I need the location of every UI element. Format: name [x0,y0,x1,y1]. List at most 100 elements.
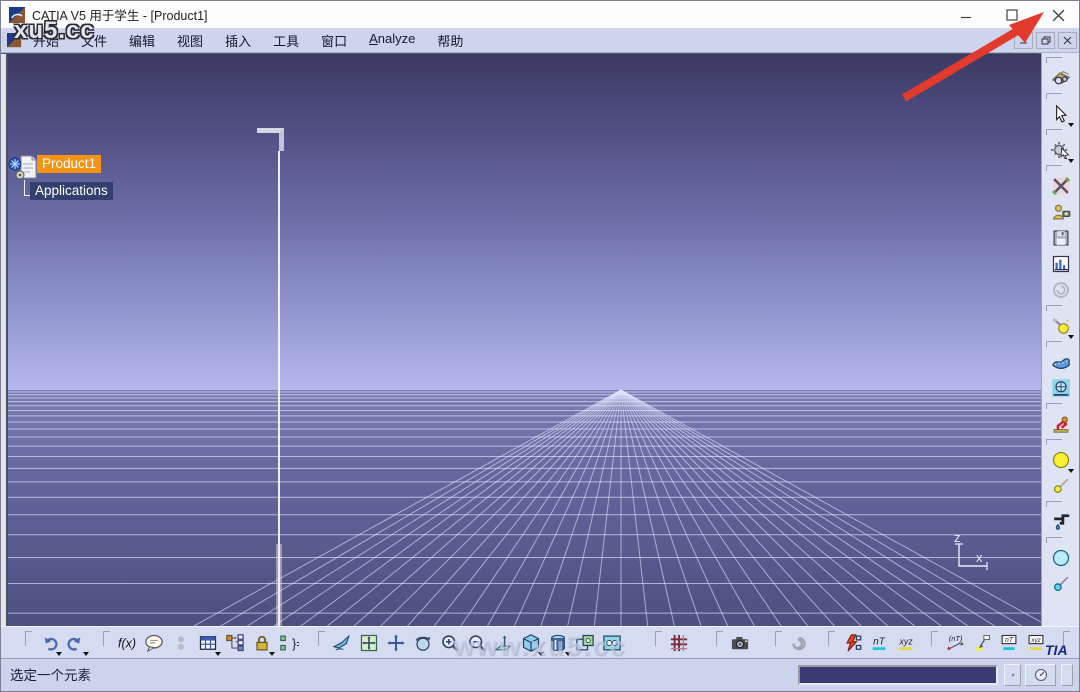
sphere-yellow-icon [1051,450,1071,470]
toolbar-grip[interactable] [103,631,110,646]
surface-analysis-button[interactable] [1047,349,1074,375]
toolbar-grip[interactable] [716,631,723,646]
design-table-button[interactable] [194,630,221,656]
menu-item-analyze[interactable]: Analyze [358,28,426,53]
point-cyan-button[interactable] [1047,571,1074,597]
mdi-close-button[interactable] [1058,32,1077,49]
measure-xyz-button[interactable]: xyz [892,630,919,656]
fly-mode-button[interactable] [328,630,355,656]
workbench-product-structure-button[interactable] [1047,65,1074,91]
measure-thickness-icon: nT [869,633,889,653]
toolbar-grip[interactable] [318,631,325,646]
toolbar-grip[interactable] [25,631,32,646]
mdi-minimize-button[interactable] [1014,32,1033,49]
toolbar-grip[interactable] [1046,439,1062,445]
svg-text:nT: nT [873,636,886,647]
light-source-button[interactable] [1047,313,1074,339]
menu-item-edit[interactable]: 编辑 [118,28,166,53]
point-yellow-icon [1051,476,1071,496]
toolbar-grip[interactable] [1046,403,1062,409]
menu-item-view[interactable]: 视图 [166,28,214,53]
tree-node-applications[interactable]: Applications [30,182,113,200]
measure-thickness-button[interactable]: nT [865,630,892,656]
tree-node-product1[interactable]: Product1 [37,155,101,173]
close-button[interactable] [1035,1,1080,29]
measure-xyz-icon: xyz [896,633,916,653]
measure-between-icon: (nT) [945,633,965,653]
grid-icon [669,633,689,653]
mdi-restore-button[interactable] [1036,32,1055,49]
sphere-yellow-button[interactable] [1047,447,1074,473]
dmu-tools-button[interactable] [1047,173,1074,199]
update-button[interactable] [838,630,865,656]
product-node-icon[interactable] [7,152,39,182]
toolbar-grip[interactable] [1046,129,1062,135]
dropdown-arrow-icon[interactable] [1068,159,1074,163]
menu-item-help[interactable]: 帮助 [426,28,474,53]
toolbar-grip[interactable] [1046,341,1062,347]
simulation-robot-button[interactable] [1047,411,1074,437]
camera-capture-button[interactable] [726,630,753,656]
collaborate-disabled-button[interactable] [785,630,812,656]
circle-cyan-button[interactable] [1047,545,1074,571]
measure-between-alt-button[interactable]: (nT) [1073,630,1080,656]
knowledge-diagram-button[interactable] [221,630,248,656]
lock-button[interactable] [248,630,275,656]
clash-faucet-icon [1051,512,1071,532]
fit-all-in-button[interactable] [355,630,382,656]
power-input-small-button[interactable] [1004,664,1021,686]
statusbar-resize-edge[interactable] [1061,664,1073,686]
relations-button[interactable]: }= [275,630,302,656]
point-yellow-button[interactable] [1047,473,1074,499]
menu-item-tools[interactable]: 工具 [262,28,310,53]
measure-between-button[interactable]: (nT) [941,630,968,656]
toolbar-grip[interactable] [1046,501,1062,507]
analysis-chart-button[interactable] [1047,251,1074,277]
redo-button[interactable] [62,630,89,656]
dropdown-arrow-icon[interactable] [1068,123,1074,127]
toolbar-grip[interactable] [655,631,662,646]
analysis-chart-icon [1051,254,1071,274]
toolbar-grip[interactable] [775,631,782,646]
dropdown-arrow-icon[interactable] [83,652,89,656]
toolbar-grip[interactable] [828,631,835,646]
grid-button[interactable] [665,630,692,656]
watermark-bottom: www.xu5.cc [453,631,627,662]
toolbar-grip[interactable] [1046,57,1062,63]
dropdown-arrow-icon[interactable] [1068,335,1074,339]
save-disabled-button[interactable] [1047,225,1074,251]
menu-item-window[interactable]: 窗口 [310,28,358,53]
fly-mode-icon [332,633,352,653]
select-button[interactable] [1047,101,1074,127]
svg-text:(nT): (nT) [948,634,962,643]
toolbar-grip[interactable] [1046,165,1062,171]
rotate-button[interactable] [409,630,436,656]
toolbar-grip[interactable] [1046,537,1062,543]
links-disabled-button[interactable] [167,630,194,656]
disabled-tool-button[interactable] [1047,277,1074,303]
selection-sets-button[interactable] [1047,137,1074,163]
viewport-3d[interactable]: Product1 Applications z x [1,53,1043,626]
maximize-button[interactable] [989,1,1035,29]
knowledge-advisor-button[interactable] [140,630,167,656]
sectioning-button[interactable] [1047,375,1074,401]
formula-button[interactable]: f(x) [113,630,140,656]
svg-text:nT: nT [1004,636,1013,643]
dial-button[interactable] [1025,664,1056,686]
power-input-field[interactable] [798,665,998,685]
viewport-left-frame [1,54,8,626]
pan-button[interactable] [382,630,409,656]
toolbar-grip[interactable] [931,631,938,646]
undo-button[interactable] [35,630,62,656]
catalog-browser-button[interactable] [1047,199,1074,225]
measure-thickness-boxed-button[interactable]: nT [995,630,1022,656]
tree-trunk-line-glow [276,544,282,626]
menu-item-insert[interactable]: 插入 [214,28,262,53]
measure-item-button[interactable] [968,630,995,656]
toolbar-grip[interactable] [1046,305,1062,311]
tree-trunk-bracket[interactable] [257,128,284,151]
toolbar-grip[interactable] [1046,93,1062,99]
minimize-button[interactable] [943,1,989,29]
clash-faucet-button[interactable] [1047,509,1074,535]
measure-between-alt-icon: (nT) [1077,633,1080,653]
